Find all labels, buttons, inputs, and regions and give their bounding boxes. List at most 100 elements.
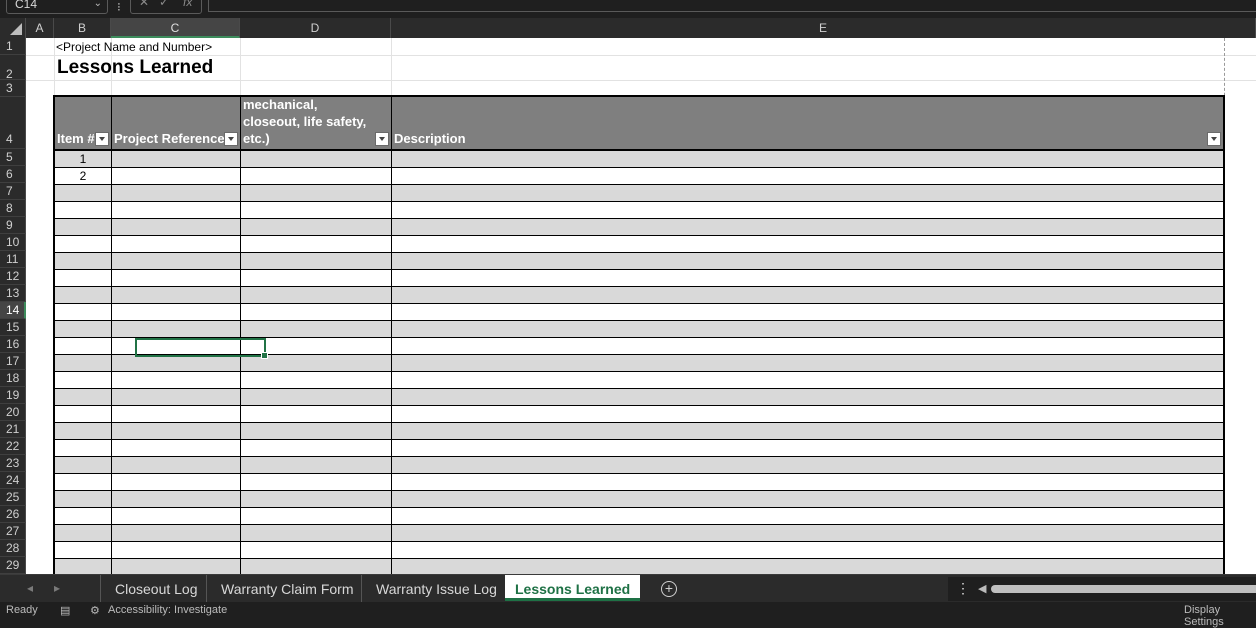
project-name-placeholder[interactable]: <Project Name and Number> — [56, 40, 212, 54]
table-cell[interactable] — [112, 491, 241, 507]
table-cell[interactable] — [241, 542, 392, 558]
row-header[interactable]: 26 — [0, 506, 26, 523]
tab-scroll-right-icon[interactable]: ▸ — [54, 581, 60, 595]
more-options-icon[interactable]: ⁝ — [117, 0, 121, 14]
row-header[interactable]: 25 — [0, 489, 26, 506]
tab-closeout-log[interactable]: Closeout Log — [100, 575, 212, 603]
table-cell[interactable] — [392, 270, 1223, 286]
more-options-icon[interactable]: ⋮ — [956, 580, 970, 597]
tab-warranty-claim-form[interactable]: Warranty Claim Form — [206, 575, 368, 603]
table-cell[interactable] — [392, 168, 1223, 184]
table-cell[interactable] — [112, 270, 241, 286]
row-header[interactable]: 18 — [0, 370, 26, 387]
table-cell[interactable] — [241, 236, 392, 252]
accessibility-status[interactable]: Accessibility: Investigate — [108, 604, 227, 616]
table-cell[interactable] — [55, 236, 112, 252]
tab-lessons-learned[interactable]: Lessons Learned — [505, 575, 641, 601]
table-cell[interactable] — [241, 151, 392, 167]
row-header[interactable]: 7 — [0, 183, 26, 200]
table-cell[interactable] — [112, 542, 241, 558]
row-header[interactable]: 3 — [0, 80, 26, 97]
table-cell[interactable] — [241, 525, 392, 541]
add-sheet-icon[interactable]: + — [661, 581, 677, 597]
chevron-down-icon[interactable]: ⌄ — [94, 0, 102, 13]
row-header[interactable]: 24 — [0, 472, 26, 489]
table-cell[interactable]: 1 — [55, 151, 112, 167]
row-header[interactable]: 12 — [0, 268, 26, 285]
tab-scroll-left-icon[interactable]: ◂ — [27, 581, 33, 595]
table-cell[interactable] — [112, 406, 241, 422]
table-cell[interactable] — [392, 151, 1223, 167]
row-header[interactable]: 29 — [0, 557, 26, 574]
row-header[interactable]: 19 — [0, 387, 26, 404]
table-cell[interactable] — [392, 185, 1223, 201]
table-cell[interactable] — [392, 219, 1223, 235]
table-cell[interactable] — [55, 355, 112, 371]
table-cell[interactable] — [241, 474, 392, 490]
table-cell[interactable] — [55, 304, 112, 320]
table-cell[interactable] — [55, 508, 112, 524]
table-cell[interactable] — [392, 440, 1223, 456]
table-cell[interactable] — [55, 440, 112, 456]
table-cell[interactable] — [392, 525, 1223, 541]
row-header[interactable]: 22 — [0, 438, 26, 455]
table-cell[interactable] — [392, 406, 1223, 422]
header-topic[interactable]: Topic (e.g., mechanical, closeout, life … — [241, 80, 392, 149]
table-cell[interactable] — [112, 321, 241, 337]
table-cell[interactable] — [241, 321, 392, 337]
table-cell[interactable] — [112, 202, 241, 218]
table-cell[interactable] — [112, 253, 241, 269]
table-cell[interactable] — [55, 338, 112, 354]
table-cell[interactable] — [55, 253, 112, 269]
table-cell[interactable] — [241, 491, 392, 507]
table-cell[interactable] — [55, 525, 112, 541]
row-header[interactable]: 6 — [0, 166, 26, 183]
sheet-area[interactable]: <Project Name and Number> Lessons Learne… — [26, 38, 1256, 574]
row-header[interactable]: 16 — [0, 336, 26, 353]
filter-dropdown-icon[interactable] — [1207, 132, 1221, 146]
header-project-reference[interactable]: Project Reference — [112, 97, 241, 149]
header-description[interactable]: Description — [392, 97, 1223, 149]
table-cell[interactable] — [392, 355, 1223, 371]
table-cell[interactable] — [55, 372, 112, 388]
filter-dropdown-icon[interactable] — [95, 132, 109, 146]
row-header[interactable]: 13 — [0, 285, 26, 302]
table-cell[interactable] — [55, 270, 112, 286]
row-header[interactable]: 28 — [0, 540, 26, 557]
formula-input[interactable] — [208, 0, 1256, 12]
row-header[interactable]: 11 — [0, 251, 26, 268]
table-cell[interactable] — [241, 185, 392, 201]
horizontal-scrollbar[interactable]: ⋮ ◀ — [948, 577, 1256, 601]
table-cell[interactable] — [392, 372, 1223, 388]
table-cell[interactable] — [392, 559, 1223, 574]
column-header-d[interactable]: D — [240, 18, 391, 38]
table-cell[interactable] — [55, 406, 112, 422]
table-cell[interactable] — [392, 474, 1223, 490]
row-header[interactable]: 20 — [0, 404, 26, 421]
table-cell[interactable] — [241, 219, 392, 235]
column-header-a[interactable]: A — [26, 18, 54, 38]
table-cell[interactable] — [55, 457, 112, 473]
table-cell[interactable] — [112, 525, 241, 541]
fx-icon[interactable]: fx — [183, 0, 192, 9]
row-header[interactable]: 21 — [0, 421, 26, 438]
table-cell[interactable] — [241, 508, 392, 524]
table-cell[interactable] — [112, 355, 241, 371]
table-cell[interactable] — [112, 423, 241, 439]
enter-icon[interactable]: ✓ — [159, 0, 169, 9]
table-cell[interactable] — [55, 474, 112, 490]
table-cell[interactable] — [55, 287, 112, 303]
table-cell[interactable] — [112, 185, 241, 201]
column-header-e[interactable]: E — [391, 18, 1256, 38]
table-cell[interactable] — [112, 219, 241, 235]
table-cell[interactable] — [112, 372, 241, 388]
table-cell[interactable] — [112, 559, 241, 574]
row-header[interactable]: 10 — [0, 234, 26, 251]
table-cell[interactable] — [392, 423, 1223, 439]
table-cell[interactable] — [392, 321, 1223, 337]
row-header[interactable]: 23 — [0, 455, 26, 472]
table-cell[interactable] — [55, 185, 112, 201]
table-cell[interactable] — [241, 423, 392, 439]
table-cell[interactable] — [112, 389, 241, 405]
table-cell[interactable] — [392, 389, 1223, 405]
